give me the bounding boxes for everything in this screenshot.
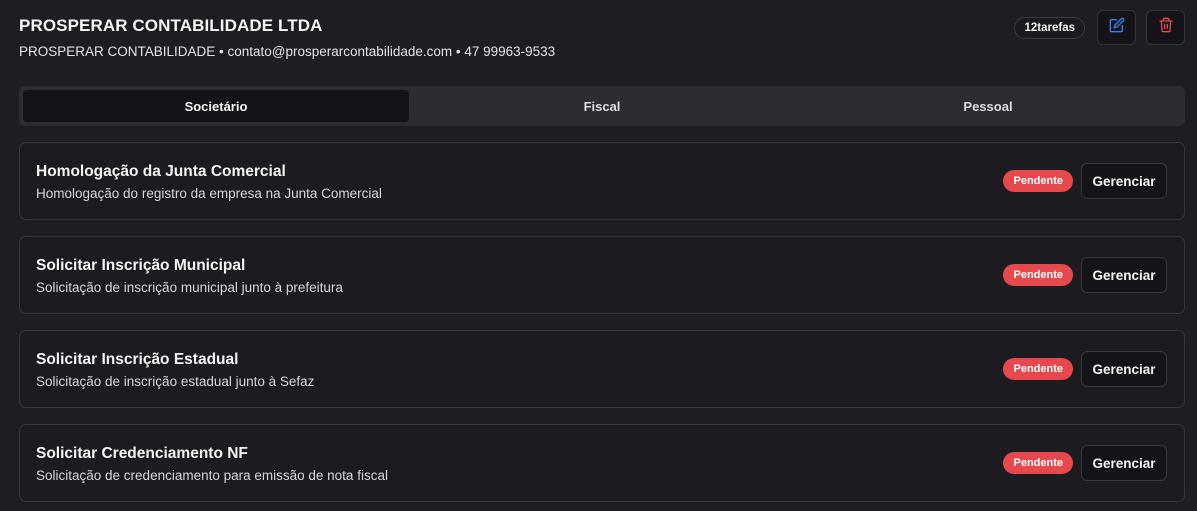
task-card: Solicitar Inscrição Municipal Solicitaçã…: [19, 236, 1185, 314]
task-description: Solicitação de credenciamento para emiss…: [36, 468, 388, 483]
task-title: Solicitar Credenciamento NF: [36, 445, 248, 462]
task-card: Solicitar Inscrição Estadual Solicitação…: [19, 330, 1185, 408]
status-badge: Pendente: [1003, 170, 1073, 192]
status-badge: Pendente: [1003, 358, 1073, 380]
manage-button[interactable]: Gerenciar: [1081, 163, 1167, 199]
task-title: Solicitar Inscrição Estadual: [36, 351, 239, 368]
tab-pessoal[interactable]: Pessoal: [795, 90, 1181, 122]
header-actions: 12tarefas: [1014, 10, 1185, 45]
category-tabs: Societário Fiscal Pessoal: [19, 86, 1185, 126]
task-title: Homologação da Junta Comercial: [36, 163, 286, 180]
task-card: Solicitar Credenciamento NF Solicitação …: [19, 424, 1185, 502]
status-badge: Pendente: [1003, 452, 1073, 474]
manage-button[interactable]: Gerenciar: [1081, 445, 1167, 481]
company-name: PROSPERAR CONTABILIDADE LTDA: [19, 16, 323, 35]
trash-icon: [1158, 17, 1174, 38]
task-description: Solicitação de inscrição estadual junto …: [36, 374, 315, 389]
status-badge: Pendente: [1003, 264, 1073, 286]
manage-button[interactable]: Gerenciar: [1081, 351, 1167, 387]
tab-societario[interactable]: Societário: [23, 90, 409, 122]
company-header: PROSPERAR CONTABILIDADE LTDA PROSPERAR C…: [19, 10, 1185, 74]
task-title: Solicitar Inscrição Municipal: [36, 257, 246, 274]
task-list: Homologação da Junta Comercial Homologaç…: [19, 142, 1185, 511]
task-description: Solicitação de inscrição municipal junto…: [36, 280, 343, 295]
task-description: Homologação do registro da empresa na Ju…: [36, 186, 382, 201]
delete-button[interactable]: [1146, 10, 1185, 45]
task-count-badge: 12tarefas: [1014, 16, 1085, 39]
manage-button[interactable]: Gerenciar: [1081, 257, 1167, 293]
company-contact-info: PROSPERAR CONTABILIDADE • contato@prospe…: [19, 44, 556, 59]
task-card: Homologação da Junta Comercial Homologaç…: [19, 142, 1185, 220]
edit-button[interactable]: [1097, 10, 1136, 45]
edit-icon: [1109, 17, 1125, 38]
tab-fiscal[interactable]: Fiscal: [409, 90, 795, 122]
